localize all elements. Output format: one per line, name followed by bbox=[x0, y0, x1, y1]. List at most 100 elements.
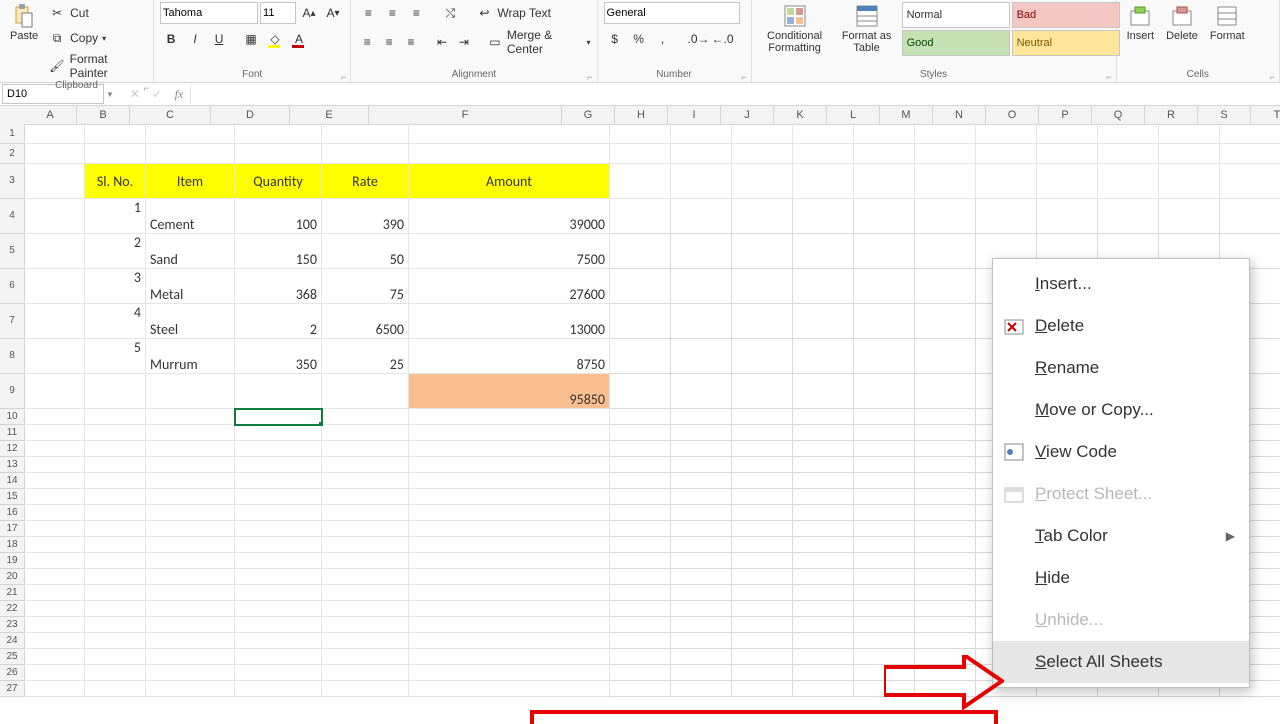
cell[interactable] bbox=[976, 144, 1037, 164]
cell[interactable] bbox=[732, 374, 793, 409]
cell[interactable] bbox=[235, 681, 322, 697]
cell[interactable] bbox=[24, 537, 85, 553]
cell[interactable] bbox=[1098, 144, 1159, 164]
cell[interactable] bbox=[146, 473, 235, 489]
cell[interactable] bbox=[671, 681, 732, 697]
col-header-A[interactable]: A bbox=[24, 106, 77, 125]
cell[interactable] bbox=[915, 425, 976, 441]
cell[interactable] bbox=[146, 553, 235, 569]
row-header-18[interactable]: 18 bbox=[0, 537, 25, 553]
cell[interactable] bbox=[322, 124, 409, 144]
cell[interactable] bbox=[915, 199, 976, 234]
cell[interactable] bbox=[409, 633, 610, 649]
ctx-hide[interactable]: Hide bbox=[993, 557, 1249, 599]
row-header-20[interactable]: 20 bbox=[0, 569, 25, 585]
cell[interactable] bbox=[235, 537, 322, 553]
cell[interactable] bbox=[915, 617, 976, 633]
cell[interactable] bbox=[915, 124, 976, 144]
cell[interactable] bbox=[85, 633, 146, 649]
cell[interactable] bbox=[854, 537, 915, 553]
cell[interactable] bbox=[24, 269, 85, 304]
cell[interactable] bbox=[322, 681, 409, 697]
cell[interactable] bbox=[732, 304, 793, 339]
cell[interactable] bbox=[409, 649, 610, 665]
cell[interactable] bbox=[610, 234, 671, 269]
cell[interactable] bbox=[671, 601, 732, 617]
select-all-corner[interactable] bbox=[0, 106, 25, 125]
cell[interactable] bbox=[732, 489, 793, 505]
cell[interactable] bbox=[235, 124, 322, 144]
cell[interactable] bbox=[793, 234, 854, 269]
row-header-4[interactable]: 4 bbox=[0, 199, 25, 234]
cell[interactable] bbox=[1159, 199, 1220, 234]
cell[interactable] bbox=[610, 441, 671, 457]
row-header-3[interactable]: 3 bbox=[0, 164, 25, 199]
cell[interactable] bbox=[24, 441, 85, 457]
cell[interactable] bbox=[146, 681, 235, 697]
cell[interactable] bbox=[409, 144, 610, 164]
cell[interactable] bbox=[732, 537, 793, 553]
cell[interactable] bbox=[793, 553, 854, 569]
cell[interactable] bbox=[793, 681, 854, 697]
cell[interactable] bbox=[24, 633, 85, 649]
cell[interactable] bbox=[85, 457, 146, 473]
col-header-K[interactable]: K bbox=[774, 106, 827, 125]
cell[interactable] bbox=[732, 457, 793, 473]
cell[interactable]: 2 bbox=[85, 234, 146, 269]
cell[interactable] bbox=[235, 489, 322, 505]
col-header-R[interactable]: R bbox=[1145, 106, 1198, 125]
cell[interactable]: 390 bbox=[322, 199, 409, 234]
cell[interactable] bbox=[854, 164, 915, 199]
cell[interactable] bbox=[24, 569, 85, 585]
cell[interactable] bbox=[732, 569, 793, 585]
row-header-16[interactable]: 16 bbox=[0, 505, 25, 521]
orientation-icon[interactable]: ⤭ bbox=[439, 2, 461, 24]
cell[interactable] bbox=[235, 144, 322, 164]
cell[interactable] bbox=[409, 457, 610, 473]
col-header-M[interactable]: M bbox=[880, 106, 933, 125]
cell[interactable] bbox=[732, 144, 793, 164]
cell[interactable] bbox=[146, 537, 235, 553]
cell[interactable] bbox=[671, 617, 732, 633]
ctx-rename[interactable]: Rename bbox=[993, 347, 1249, 389]
cell[interactable] bbox=[1037, 164, 1098, 199]
format-cells-button[interactable]: Format bbox=[1206, 2, 1249, 44]
row-header-15[interactable]: 15 bbox=[0, 489, 25, 505]
inc-decimal-icon[interactable]: .0→ bbox=[688, 28, 710, 50]
cell[interactable] bbox=[732, 441, 793, 457]
cell[interactable] bbox=[322, 665, 409, 681]
row-header-1[interactable]: 1 bbox=[0, 124, 25, 144]
cell[interactable] bbox=[732, 473, 793, 489]
cell[interactable] bbox=[24, 304, 85, 339]
row-header-7[interactable]: 7 bbox=[0, 304, 25, 339]
cell[interactable] bbox=[732, 124, 793, 144]
cell[interactable] bbox=[854, 601, 915, 617]
align-top-icon[interactable]: ≡ bbox=[357, 2, 379, 24]
row-header-12[interactable]: 12 bbox=[0, 441, 25, 457]
cell[interactable] bbox=[85, 441, 146, 457]
cell[interactable] bbox=[409, 441, 610, 457]
cell[interactable] bbox=[235, 553, 322, 569]
cell[interactable] bbox=[235, 505, 322, 521]
cell[interactable]: Murrum bbox=[146, 339, 235, 374]
cell[interactable] bbox=[915, 441, 976, 457]
cell[interactable] bbox=[146, 665, 235, 681]
cell[interactable] bbox=[915, 234, 976, 269]
cell[interactable] bbox=[322, 617, 409, 633]
cell[interactable] bbox=[610, 649, 671, 665]
cell[interactable] bbox=[793, 339, 854, 374]
cell[interactable] bbox=[854, 374, 915, 409]
cell[interactable] bbox=[409, 585, 610, 601]
style-neutral[interactable]: Neutral bbox=[1012, 30, 1120, 56]
cell[interactable] bbox=[24, 617, 85, 633]
cell[interactable] bbox=[1037, 124, 1098, 144]
cell[interactable] bbox=[85, 374, 146, 409]
style-bad[interactable]: Bad bbox=[1012, 2, 1120, 28]
cell[interactable] bbox=[793, 425, 854, 441]
col-header-L[interactable]: L bbox=[827, 106, 880, 125]
cell[interactable] bbox=[793, 585, 854, 601]
cell[interactable] bbox=[854, 553, 915, 569]
cell[interactable] bbox=[671, 553, 732, 569]
ctx-delete[interactable]: Delete bbox=[993, 305, 1249, 347]
cell[interactable] bbox=[854, 269, 915, 304]
